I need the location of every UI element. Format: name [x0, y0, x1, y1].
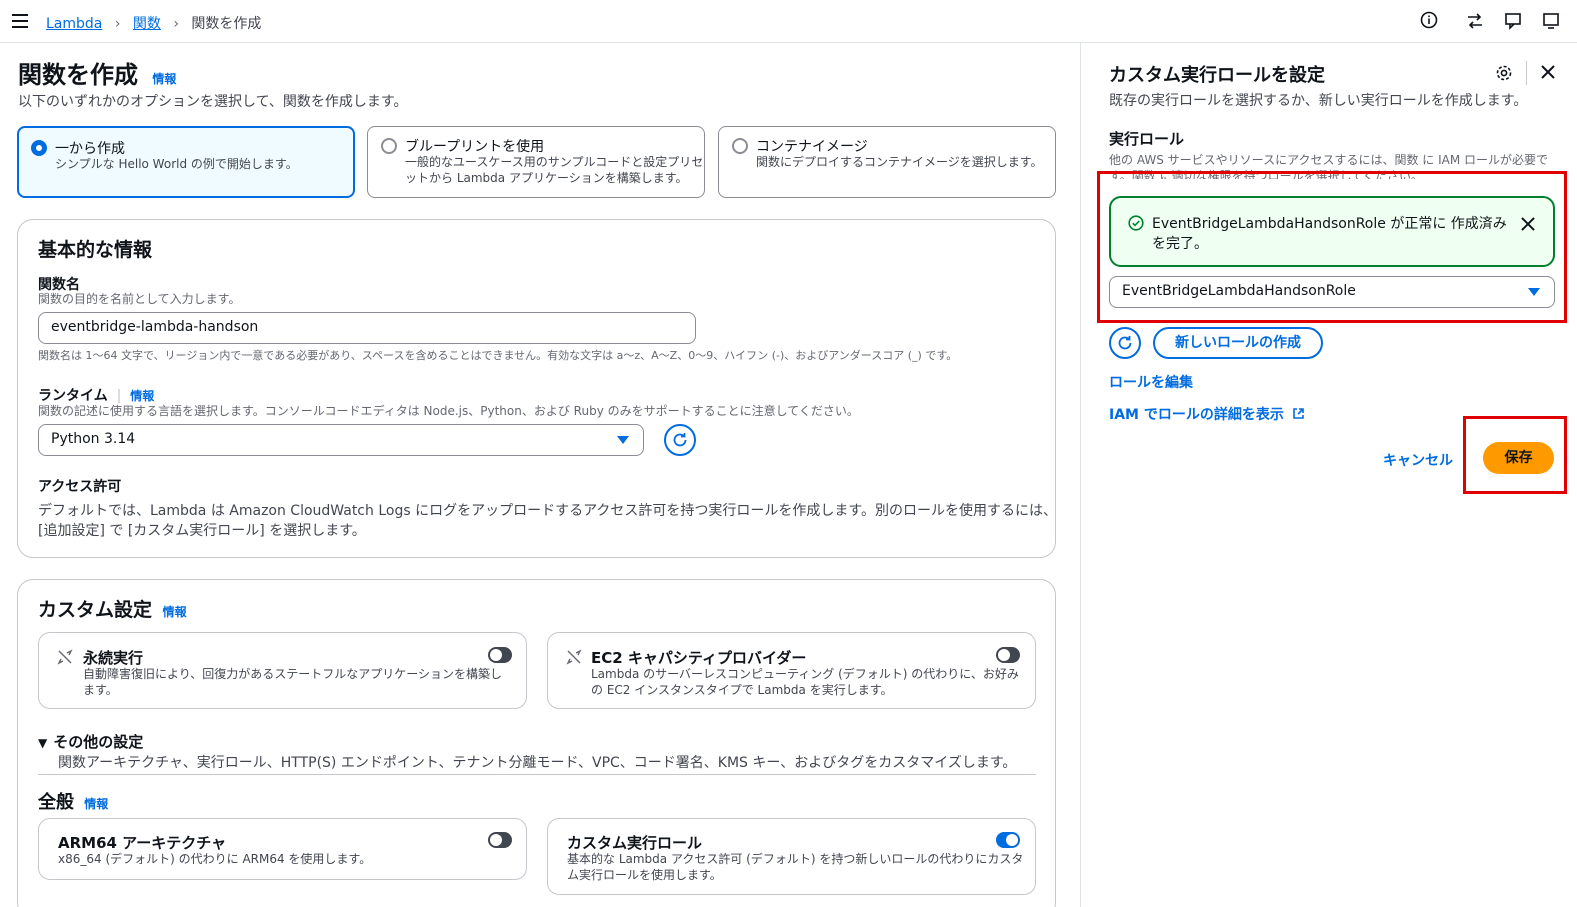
close-icon[interactable] [1540, 64, 1556, 84]
arm64-toggle[interactable] [488, 832, 512, 848]
breadcrumb-lambda[interactable]: Lambda [46, 16, 102, 32]
page-title-text: 関数を作成 [18, 61, 138, 89]
iam-details-link[interactable]: IAM でロールの詳細を表示 [1109, 404, 1305, 424]
runtime-value: Python 3.14 [51, 431, 136, 447]
breadcrumb-functions[interactable]: 関数 [133, 16, 161, 32]
ec2-toggle[interactable] [996, 647, 1020, 663]
custom-settings-heading: カスタム設定 情報 [38, 595, 187, 622]
custom-role-desc: 基本的な Lambda アクセス許可 (デフォルト) を持つ新しいロールの代わり… [567, 852, 1024, 866]
refresh-icon [1118, 336, 1132, 350]
permissions-desc-2: [追加設定] で [カスタム実行ロール] を選択します。 [38, 523, 366, 539]
panel-title: カスタム実行ロールを設定 [1109, 65, 1325, 86]
role-label: 実行ロール [1109, 130, 1185, 148]
role-refresh-button[interactable] [1109, 327, 1141, 359]
durable-icon [57, 649, 73, 669]
option-desc: 関数にデプロイするコンテナイメージを選択します。 [756, 155, 1043, 169]
page-title: 関数を作成 情報 [18, 55, 176, 90]
highlight-box-save [1463, 416, 1567, 494]
divider [38, 774, 1036, 775]
durable-title: 永続実行 [83, 649, 144, 667]
highlight-box-role [1097, 171, 1567, 323]
caret-down-icon [617, 436, 629, 444]
chevron-right-icon: › [114, 16, 121, 32]
feedback-icon[interactable] [1504, 12, 1522, 34]
option-desc: シンプルな Hello World の例で開始します。 [55, 157, 298, 171]
function-name-desc: 関数の目的を名前として入力します。 [38, 292, 241, 306]
other-settings-toggle[interactable]: ▼ その他の設定 [38, 731, 143, 752]
other-settings-title: その他の設定 [53, 733, 144, 751]
option-title: 一から作成 [55, 141, 125, 157]
runtime-info-link[interactable]: 情報 [130, 389, 154, 403]
info-icon[interactable] [1420, 11, 1438, 33]
separator: | [116, 388, 122, 404]
durable-desc: 自動障害復旧により、回復力があるステートフルなアプリケーションを構築し [83, 667, 503, 681]
general-heading-text: 全般 [38, 792, 74, 813]
ec2-icon [566, 649, 582, 669]
runtime-desc: 関数の記述に使用する言語を選択します。コンソールコードエディタは Node.js… [38, 404, 859, 418]
runtime-label-text: ランタイム [38, 388, 108, 404]
refresh-icon [673, 433, 687, 447]
arm64-card: ARM64 アーキテクチャ x86_64 (デフォルト) の代わりに ARM64… [38, 818, 527, 880]
radio-author-from-scratch[interactable] [31, 140, 47, 156]
option-desc: ットから Lambda アプリケーションを構築します。 [405, 171, 688, 185]
edit-role-link[interactable]: ロールを編集 [1109, 372, 1193, 392]
caret-down-icon: ▼ [38, 736, 48, 750]
page-subtitle: 以下のいずれかのオプションを選択して、関数を作成します。 [18, 94, 408, 110]
create-role-button[interactable]: 新しいロールの作成 [1153, 327, 1323, 359]
divider [1526, 61, 1527, 85]
custom-role-desc: ム実行ロールを使用します。 [567, 868, 722, 882]
option-title: ブループリントを使用 [405, 139, 545, 155]
custom-info-link[interactable]: 情報 [163, 605, 187, 619]
gear-icon[interactable] [1495, 64, 1513, 86]
ec2-desc: の EC2 インスタンスタイプで Lambda を実行します。 [591, 683, 893, 697]
basic-info-card: 基本的な情報 関数名 関数の目的を名前として入力します。 eventbridge… [17, 219, 1057, 558]
page-info-link[interactable]: 情報 [152, 72, 176, 86]
basic-info-heading: 基本的な情報 [38, 239, 153, 261]
general-heading: 全般 情報 [38, 788, 108, 814]
ec2-title: EC2 キャパシティプロバイダー [591, 649, 807, 667]
iam-details-text: IAM でロールの詳細を表示 [1109, 407, 1284, 423]
permissions-desc-1: デフォルトでは、Lambda は Amazon CloudWatch Logs … [38, 503, 1057, 519]
other-settings-desc: 関数アーキテクチャ、実行ロール、HTTP(S) エンドポイント、テナント分離モー… [58, 755, 1017, 771]
ec2-capacity-card: EC2 キャパシティプロバイダー Lambda のサーバーレスコンピューティング… [547, 632, 1036, 709]
durable-execution-card: 永続実行 自動障害復旧により、回復力があるステートフルなアプリケーションを構築し… [38, 632, 527, 709]
durable-desc: ます。 [83, 683, 118, 697]
option-container-image[interactable]: コンテナイメージ 関数にデプロイするコンテナイメージを選択します。 [718, 126, 1056, 198]
custom-role-toggle[interactable] [996, 832, 1020, 848]
top-bar: Lambda › 関数 › 関数を作成 [0, 0, 1577, 43]
radio-blueprint[interactable] [381, 138, 397, 154]
function-name-constraint: 関数名は 1〜64 文字で、リージョン内で一意である必要があり、スペースを含める… [38, 349, 958, 362]
runtime-label: ランタイム | 情報 [38, 385, 154, 405]
runtime-select[interactable]: Python 3.14 [38, 424, 644, 456]
permissions-label: アクセス許可 [38, 479, 122, 495]
arm64-desc: x86_64 (デフォルト) の代わりに ARM64 を使用します。 [58, 852, 372, 866]
general-info-link[interactable]: 情報 [84, 797, 108, 811]
external-link-icon [1292, 408, 1304, 419]
custom-role-card: カスタム実行ロール 基本的な Lambda アクセス許可 (デフォルト) を持つ… [547, 818, 1036, 895]
option-title: コンテナイメージ [756, 139, 868, 155]
ec2-desc: Lambda のサーバーレスコンピューティング (デフォルト) の代わりに、お好… [591, 667, 1019, 681]
role-desc: 他の AWS サービスやリソースにアクセスするには、関数 に IAM ロールが必… [1109, 153, 1549, 167]
option-blueprint[interactable]: ブループリントを使用 一般的なユースケース用のサンプルコードと設定プリセ ットか… [367, 126, 705, 198]
transfer-icon[interactable] [1466, 12, 1484, 34]
screen-icon[interactable] [1542, 12, 1560, 34]
option-author-from-scratch[interactable]: 一から作成 シンプルな Hello World の例で開始します。 [17, 126, 355, 198]
function-name-input[interactable]: eventbridge-lambda-handson [38, 312, 696, 344]
custom-settings-card: カスタム設定 情報 永続実行 自動障害復旧により、回復力があるステートフルなアプ… [17, 579, 1056, 907]
arm64-title: ARM64 アーキテクチャ [58, 834, 227, 852]
custom-settings-heading-text: カスタム設定 [38, 599, 153, 621]
cancel-button[interactable]: キャンセル [1383, 450, 1453, 470]
runtime-refresh-button[interactable] [664, 424, 696, 456]
chevron-right-icon: › [173, 16, 179, 32]
panel-subtitle: 既存の実行ロールを選択するか、新しい実行ロールを作成します。 [1109, 93, 1528, 109]
breadcrumb: Lambda › 関数 › 関数を作成 [46, 13, 261, 33]
menu-icon[interactable] [12, 13, 28, 32]
option-desc: 一般的なユースケース用のサンプルコードと設定プリセ [405, 155, 704, 169]
custom-role-title: カスタム実行ロール [567, 834, 703, 852]
radio-container-image[interactable] [732, 138, 748, 154]
breadcrumb-current: 関数を作成 [191, 16, 262, 32]
durable-toggle[interactable] [488, 647, 512, 663]
